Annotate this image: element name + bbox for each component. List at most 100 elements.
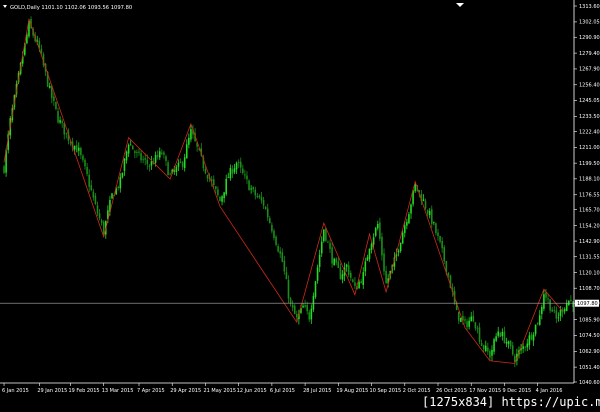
candle-body xyxy=(244,174,246,176)
price-tick-label: 1302.05 xyxy=(579,20,600,26)
candle-body xyxy=(536,322,539,324)
price-tick-label: 1256.40 xyxy=(579,83,600,89)
candle-body xyxy=(410,204,412,214)
candle-body xyxy=(426,210,429,214)
candle-body xyxy=(275,236,277,245)
candle-body xyxy=(94,195,97,204)
candle-body xyxy=(3,166,5,173)
candle-body xyxy=(190,129,192,140)
candle-body xyxy=(383,253,385,272)
candle-body xyxy=(543,294,545,309)
price-tick-label: 1040.60 xyxy=(579,380,600,386)
candle-body xyxy=(123,158,126,171)
candle-body xyxy=(173,170,176,172)
candle-body xyxy=(144,158,147,160)
price-chart[interactable]: 1313.60 1302.05 1290.90 1279.40 1267.90 1256.… xyxy=(0,0,600,412)
candle-body xyxy=(254,189,257,196)
price-tick-label: 1074.50 xyxy=(579,333,600,339)
candle-body xyxy=(337,261,340,269)
candle-body xyxy=(308,312,311,320)
candle-body xyxy=(528,335,531,346)
date-tick-label: 6 Jul 2015 xyxy=(270,388,295,394)
candle-body xyxy=(80,148,82,156)
candle-body xyxy=(368,248,371,260)
candle-body xyxy=(557,317,560,319)
candle-body xyxy=(233,168,236,173)
price-tick-label: 1313.60 xyxy=(579,4,600,10)
candle-body xyxy=(341,274,344,280)
candle-body xyxy=(158,151,161,158)
current-price-label: 1097.80 xyxy=(577,301,598,307)
candle-body xyxy=(100,220,103,223)
candle-body xyxy=(376,223,379,229)
candle-body xyxy=(507,341,510,344)
candle-body xyxy=(572,301,574,308)
candle-body xyxy=(565,303,568,311)
price-tick-label: 1176.55 xyxy=(579,193,600,199)
candle-body xyxy=(237,162,240,164)
caption-text: [1275x834] https://upic.me/ xyxy=(422,395,600,409)
candle-body xyxy=(146,159,149,165)
chart-background xyxy=(0,0,600,412)
candle-body xyxy=(424,200,427,209)
candle-body xyxy=(302,305,304,308)
candle-body xyxy=(433,222,435,224)
candle-body xyxy=(206,175,209,179)
candle-body xyxy=(505,341,508,344)
candle-body xyxy=(260,197,263,201)
date-tick-label: 28 Jul 2015 xyxy=(303,388,331,394)
candle-body xyxy=(165,156,167,161)
price-tick-label: 1120.10 xyxy=(579,270,600,276)
candle-body xyxy=(169,173,171,175)
candle-body xyxy=(73,145,76,150)
candle-body xyxy=(136,151,138,153)
candle-body xyxy=(86,166,88,174)
candle-body xyxy=(381,236,383,256)
candle-body xyxy=(333,258,335,266)
candle-body xyxy=(522,346,524,349)
candle-body xyxy=(489,351,491,358)
price-tick-label: 1108.70 xyxy=(579,286,600,292)
candle-body xyxy=(347,265,350,275)
candle-body xyxy=(349,272,352,278)
candle-body xyxy=(90,185,93,191)
candle-body xyxy=(553,310,556,311)
candle-body xyxy=(179,161,182,163)
date-tick-label: 13 Mar 2015 xyxy=(102,388,134,394)
candle-body xyxy=(478,327,481,342)
price-tick-label: 1279.40 xyxy=(579,51,600,57)
price-tick-label: 1245.05 xyxy=(579,98,600,104)
price-tick-label: 1267.90 xyxy=(579,67,600,73)
candle-body xyxy=(235,162,238,170)
candle-body xyxy=(362,272,365,285)
date-tick-label: 10 Sep 2015 xyxy=(370,388,402,394)
candle-body xyxy=(287,279,290,299)
candle-body xyxy=(385,270,387,284)
candle-body xyxy=(318,254,321,267)
candle-body xyxy=(129,144,132,146)
candle-body xyxy=(127,144,130,154)
candle-body xyxy=(57,111,59,123)
candle-body xyxy=(242,168,244,174)
candle-body xyxy=(472,315,475,322)
price-tick-label: 1211.00 xyxy=(579,145,600,151)
candle-body xyxy=(428,210,431,215)
candle-body xyxy=(499,332,502,337)
candle-body xyxy=(545,292,547,298)
candle-body xyxy=(534,324,537,335)
candle-body xyxy=(227,177,230,178)
candle-body xyxy=(223,192,225,199)
candle-body xyxy=(92,191,95,198)
candle-body xyxy=(82,155,84,161)
candle-body xyxy=(271,224,273,232)
candle-body xyxy=(358,281,360,288)
price-tick-label: 1085.90 xyxy=(579,317,600,323)
candle-body xyxy=(526,343,529,348)
date-tick-label: 12 Jun 2015 xyxy=(237,388,267,394)
candle-body xyxy=(119,176,122,189)
candle-body xyxy=(310,308,313,320)
candle-body xyxy=(366,257,369,261)
candle-body xyxy=(568,300,570,306)
candle-body xyxy=(460,317,462,322)
candle-body xyxy=(250,188,252,190)
